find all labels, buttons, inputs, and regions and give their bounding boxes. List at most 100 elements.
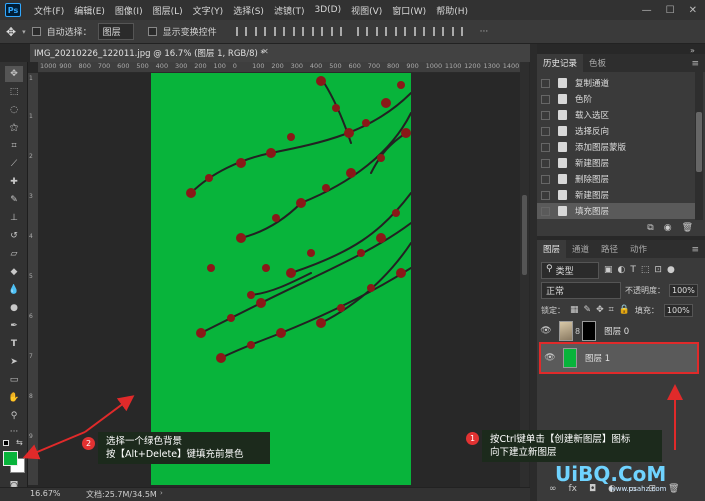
history-source-checkbox[interactable] [541, 158, 550, 168]
lasso-tool-icon[interactable]: ◌ [5, 102, 23, 118]
canvas-scrollbar-thumb[interactable] [522, 195, 527, 275]
lock-artboard-icon[interactable]: ⌗ [609, 305, 614, 315]
history-item[interactable]: 色阶 [537, 91, 695, 107]
magic-wand-icon[interactable]: ⚝ [5, 120, 23, 136]
move-tool-icon[interactable]: ✥ [6, 25, 16, 39]
tab-layers[interactable]: 图层 [537, 240, 567, 258]
history-item[interactable]: 新建图层 [537, 155, 695, 171]
tab-history[interactable]: 历史记录 [537, 54, 584, 72]
history-source-checkbox[interactable] [541, 174, 550, 184]
history-source-checkbox[interactable] [541, 126, 550, 136]
menu-3d[interactable]: 3D(D) [309, 5, 346, 15]
filter-smart-icon[interactable]: ⊡ [654, 265, 662, 275]
distribute-bottom-icon[interactable] [394, 27, 406, 36]
camera-icon[interactable]: ◉ [664, 223, 672, 233]
auto-select-dropdown[interactable]: 图层 [97, 23, 134, 40]
lock-transparent-icon[interactable]: ▦ [570, 305, 579, 315]
menu-file[interactable]: 文件(F) [29, 4, 69, 17]
lock-position-icon[interactable]: ✥ [596, 305, 604, 315]
distribute-vcenter-icon[interactable] [375, 27, 387, 36]
history-item[interactable]: 填充图层 [537, 203, 695, 219]
hand-tool-icon[interactable]: ✋ [5, 390, 23, 406]
history-source-checkbox[interactable] [541, 190, 550, 200]
healing-brush-icon[interactable]: ✚ [5, 174, 23, 190]
rectangle-tool-icon[interactable]: ▭ [5, 372, 23, 388]
tab-actions[interactable]: 动作 [624, 240, 653, 258]
menu-view[interactable]: 视图(V) [346, 4, 387, 17]
opacity-input[interactable]: 100% [669, 283, 698, 297]
menu-edit[interactable]: 编辑(E) [69, 4, 110, 17]
menu-select[interactable]: 选择(S) [228, 4, 269, 17]
stamp-tool-icon[interactable]: ⊥ [5, 210, 23, 226]
fill-input[interactable]: 100% [663, 303, 693, 317]
history-item[interactable]: 添加图层蒙版 [537, 139, 695, 155]
distribute-top-icon[interactable] [356, 27, 368, 36]
type-tool-icon[interactable]: T [5, 336, 23, 352]
align-vcenter-icon[interactable] [311, 27, 323, 36]
history-item[interactable]: 新建图层 [537, 187, 695, 203]
status-arrow-icon[interactable]: › [160, 489, 163, 497]
path-selection-icon[interactable]: ➤ [5, 354, 23, 370]
panel-menu-icon[interactable]: ≡ [685, 56, 705, 72]
history-item[interactable]: 载入选区 [537, 107, 695, 123]
menu-help[interactable]: 帮助(H) [431, 4, 473, 17]
tab-channels[interactable]: 通道 [566, 240, 595, 258]
menu-window[interactable]: 窗口(W) [387, 4, 431, 17]
layer-mask-thumbnail[interactable] [582, 321, 597, 341]
filter-type-icon[interactable]: T [630, 265, 636, 275]
zoom-level[interactable]: 16.67% [30, 489, 61, 498]
menu-filter[interactable]: 滤镜(T) [269, 4, 310, 17]
distribute-right-icon[interactable] [451, 27, 463, 36]
history-source-checkbox[interactable] [541, 110, 550, 120]
lock-image-icon[interactable]: ✎ [584, 305, 592, 315]
history-item[interactable]: 选择反向 [537, 123, 695, 139]
layer-filter-dropdown[interactable]: ⚲ 类型 [541, 261, 599, 279]
snapshot-doc-icon[interactable]: ⧉ [647, 223, 653, 233]
marquee-tool-icon[interactable]: ⬚ [5, 84, 23, 100]
filter-adjust-icon[interactable]: ◐ [618, 265, 626, 275]
layer-row-1[interactable]: 👁 图层 1 [539, 342, 699, 374]
eraser-tool-icon[interactable]: ▱ [5, 246, 23, 262]
panel-menu-icon[interactable]: ≡ [685, 242, 705, 258]
visibility-eye-icon[interactable]: 👁 [543, 353, 557, 363]
lock-all-icon[interactable]: 🔒 [619, 305, 630, 315]
brush-tool-icon[interactable]: ✎ [5, 192, 23, 208]
close-icon[interactable]: ✕ [689, 5, 697, 16]
filter-shape-icon[interactable]: ⬚ [641, 265, 650, 275]
foreground-color-swatch[interactable] [3, 451, 18, 466]
filter-toggle-icon[interactable]: ● [667, 265, 675, 275]
minimize-icon[interactable]: — [642, 5, 652, 16]
swap-colors-icon[interactable]: ⇆ [16, 438, 23, 447]
trash-icon[interactable]: 🗑 [668, 484, 679, 494]
history-item[interactable]: 删除图层 [537, 171, 695, 187]
tab-swatches[interactable]: 色板 [583, 54, 612, 72]
crop-tool-icon[interactable]: ⌗ [5, 138, 23, 154]
tab-close-icon[interactable]: ✕ [262, 47, 269, 56]
dropdown-icon[interactable]: ▾ [22, 28, 26, 36]
pen-tool-icon[interactable]: ✒ [5, 318, 23, 334]
dodge-tool-icon[interactable]: ● [5, 300, 23, 316]
eyedropper-icon[interactable]: ⟋ [5, 156, 23, 172]
history-brush-icon[interactable]: ↺ [5, 228, 23, 244]
more-options-icon[interactable]: ··· [480, 27, 489, 37]
history-source-checkbox[interactable] [541, 142, 550, 152]
default-colors-icon[interactable] [3, 440, 9, 446]
tab-paths[interactable]: 路径 [595, 240, 624, 258]
align-left-icon[interactable] [235, 27, 247, 36]
paint-bucket-icon[interactable]: ◆ [5, 264, 23, 280]
move-tool-icon[interactable]: ✥ [5, 66, 23, 82]
history-scrollbar[interactable] [695, 72, 703, 220]
show-transform-checkbox[interactable] [147, 27, 157, 36]
menu-type[interactable]: 文字(Y) [188, 4, 229, 17]
zoom-tool-icon[interactable]: ⚲ [5, 408, 23, 424]
blur-tool-icon[interactable]: 💧 [5, 282, 23, 298]
auto-select-checkbox[interactable] [31, 27, 41, 36]
visibility-eye-icon[interactable]: 👁 [539, 326, 553, 336]
menu-image[interactable]: 图像(I) [110, 4, 148, 17]
distribute-left-icon[interactable] [413, 27, 425, 36]
history-source-checkbox[interactable] [541, 206, 550, 216]
trash-icon[interactable]: 🗑 [682, 223, 693, 233]
history-source-checkbox[interactable] [541, 94, 550, 104]
history-item[interactable]: 复制通道 [537, 75, 695, 91]
distribute-hcenter-icon[interactable] [432, 27, 444, 36]
